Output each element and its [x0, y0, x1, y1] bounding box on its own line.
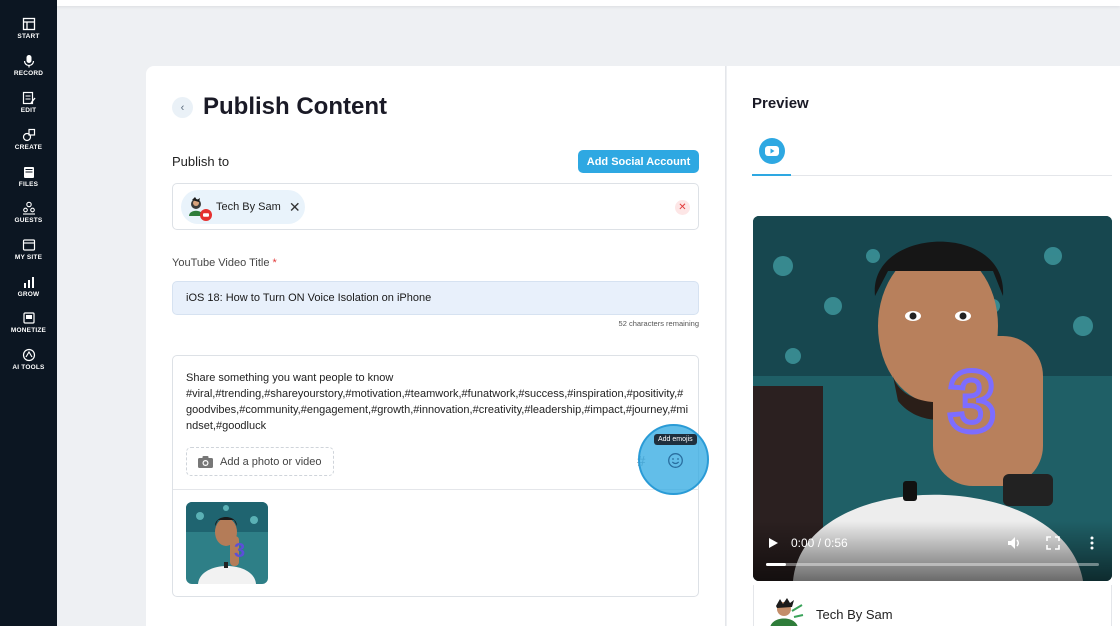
video-progress[interactable] [766, 563, 1099, 566]
chars-remaining: 52 characters remaining [618, 319, 699, 328]
create-icon [22, 128, 35, 142]
media-thumbnail[interactable]: 3 [186, 502, 268, 584]
description-hashtags: #viral,#trending,#shareyourstory,#motiva… [186, 388, 689, 432]
video-title-input[interactable] [172, 281, 699, 315]
files-icon [23, 167, 34, 178]
nav-monetize[interactable]: MONETIZE [0, 311, 57, 334]
description-divider [173, 489, 698, 490]
nav-mysite[interactable]: MY SITE [0, 238, 57, 261]
tab-rule [752, 175, 1112, 176]
preview-title: Preview [752, 95, 809, 112]
add-social-account-button[interactable]: Add Social Account [578, 150, 699, 173]
nav-ai-tools[interactable]: AI TOOLS [0, 348, 57, 371]
close-icon: ✕ [678, 202, 687, 213]
nav-edit[interactable]: EDIT [0, 91, 57, 114]
nav-files-label: FILES [18, 181, 39, 188]
sidebar: START RECORD EDIT CREATE FILES GUESTS MY… [0, 0, 57, 626]
nav-start-label: START [17, 33, 40, 40]
preview-account-name: Tech By Sam [816, 607, 893, 622]
nav-guests-label: GUESTS [14, 217, 43, 224]
description-intro: Share something you want people to know [186, 372, 394, 384]
video-player[interactable]: 3 [753, 216, 1112, 581]
account-avatar [187, 196, 212, 221]
guests-icon [22, 201, 35, 215]
nav-grow-label: GROW [17, 291, 40, 298]
camera-icon [198, 455, 213, 468]
svg-text:3: 3 [948, 354, 996, 450]
required-mark: * [272, 257, 277, 269]
publish-to-label: Publish to [172, 154, 230, 169]
preview-account-avatar [770, 598, 804, 626]
preview-account-row: Tech By Sam [753, 585, 1112, 626]
page-title: Publish Content [203, 93, 387, 120]
nav-ai-tools-label: AI TOOLS [12, 364, 45, 371]
nav-record[interactable]: RECORD [0, 54, 57, 77]
add-media-label: Add a photo or video [220, 455, 322, 468]
nav-edit-label: EDIT [20, 107, 37, 114]
nav-grow[interactable]: GROW [0, 275, 57, 298]
panel-divider [725, 66, 726, 626]
nav-record-label: RECORD [13, 70, 44, 77]
svg-text:3: 3 [234, 540, 245, 562]
add-photo-video-button[interactable]: Add a photo or video [186, 447, 334, 476]
more-options-icon[interactable] [1089, 535, 1095, 551]
account-name: Tech By Sam [216, 201, 281, 213]
video-title-label-text: YouTube Video Title [172, 257, 270, 269]
video-title-label: YouTube Video Title * [172, 257, 277, 269]
start-icon [22, 17, 35, 31]
microphone-icon [23, 55, 34, 68]
accounts-selector[interactable]: Tech By Sam ✕ ✕ [172, 183, 699, 230]
grow-icon [23, 277, 34, 288]
nav-start[interactable]: START [0, 17, 57, 40]
description-text[interactable]: Share something you want people to know … [186, 370, 688, 434]
fullscreen-icon[interactable] [1046, 536, 1060, 550]
nav-create-label: CREATE [14, 144, 43, 151]
ai-tools-icon [22, 348, 35, 362]
nav-create[interactable]: CREATE [0, 128, 57, 151]
tab-youtube[interactable] [752, 138, 791, 174]
video-time: 0:00 / 0:56 [791, 536, 848, 550]
clear-accounts-button[interactable]: ✕ [675, 200, 690, 215]
description-editor[interactable]: Share something you want people to know … [172, 355, 699, 597]
youtube-badge-icon [200, 209, 212, 221]
youtube-icon [758, 138, 785, 164]
nav-monetize-label: MONETIZE [10, 327, 47, 334]
site-icon [22, 239, 35, 251]
tab-active-indicator [752, 174, 791, 176]
video-controls [753, 521, 1112, 581]
play-icon[interactable] [767, 537, 779, 549]
monetize-icon [22, 312, 35, 324]
emoji-tooltip: Add emojis [654, 434, 697, 445]
nav-files[interactable]: FILES [0, 165, 57, 188]
volume-icon[interactable] [1006, 535, 1022, 551]
chevron-left-icon: ‹ [180, 101, 185, 114]
video-progress-fill [766, 563, 786, 566]
account-chip[interactable]: Tech By Sam ✕ [181, 190, 305, 224]
edit-icon [22, 91, 36, 105]
nav-guests[interactable]: GUESTS [0, 201, 57, 224]
back-button[interactable]: ‹ [172, 97, 193, 118]
top-bar [57, 0, 1120, 6]
smiley-icon[interactable] [667, 452, 684, 469]
remove-account-icon[interactable]: ✕ [289, 200, 301, 214]
nav-mysite-label: MY SITE [14, 254, 43, 261]
